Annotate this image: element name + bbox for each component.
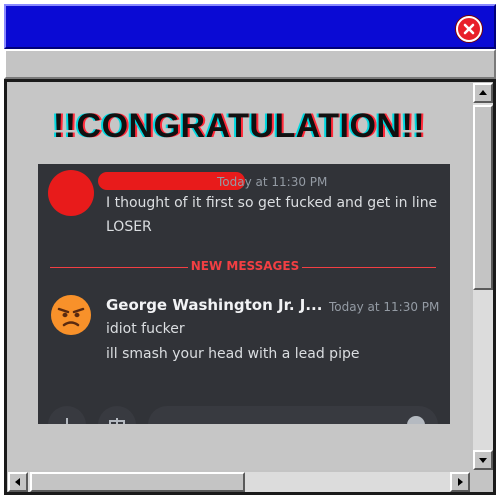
window-toolbar [4, 49, 496, 79]
message-username[interactable]: George Washington Jr. J... [106, 296, 322, 314]
vertical-scrollbar[interactable] [473, 83, 493, 470]
arrow-down-icon [479, 458, 487, 463]
message-composer [38, 404, 450, 424]
gift-icon [109, 418, 125, 424]
emoji-icon [407, 416, 425, 424]
close-button[interactable] [456, 16, 482, 42]
horizontal-scrollbar[interactable] [8, 472, 470, 492]
scroll-right-button[interactable] [450, 472, 470, 492]
arrow-right-icon [458, 478, 463, 486]
message-text: LOSER [106, 219, 152, 235]
scroll-left-button[interactable] [8, 472, 28, 492]
new-messages-divider-line [302, 267, 436, 268]
arrow-up-icon [479, 90, 487, 95]
message-text: ill smash your head with a lead pipe [106, 346, 360, 362]
angry-face-emoji-icon [51, 295, 91, 335]
message-text: idiot fucker [106, 321, 185, 337]
horizontal-scroll-thumb[interactable] [30, 472, 245, 492]
scrollbar-corner [473, 472, 493, 492]
new-messages-divider-line [50, 267, 188, 268]
gift-button[interactable] [98, 406, 136, 424]
add-attachment-button[interactable] [48, 406, 86, 424]
message-timestamp: Today at 11:30 PM [329, 300, 440, 314]
close-x-icon [463, 23, 475, 35]
message-text: I thought of it first so get fucked and … [106, 195, 438, 211]
redacted-avatar [48, 170, 94, 216]
new-messages-label: NEW MESSAGES [190, 259, 300, 273]
message-timestamp: Today at 11:30 PM [217, 175, 328, 189]
window-titlebar [4, 4, 496, 49]
scroll-up-button[interactable] [473, 83, 493, 103]
popup-headline: !!CONGRATULATION!! [52, 107, 426, 145]
message-input[interactable] [148, 406, 438, 424]
vertical-scroll-thumb[interactable] [473, 105, 493, 290]
chat-panel: Today at 11:30 PM I thought of it first … [38, 164, 450, 424]
scroll-down-button[interactable] [473, 450, 493, 470]
arrow-left-icon [15, 478, 20, 486]
plus-icon [60, 418, 74, 424]
